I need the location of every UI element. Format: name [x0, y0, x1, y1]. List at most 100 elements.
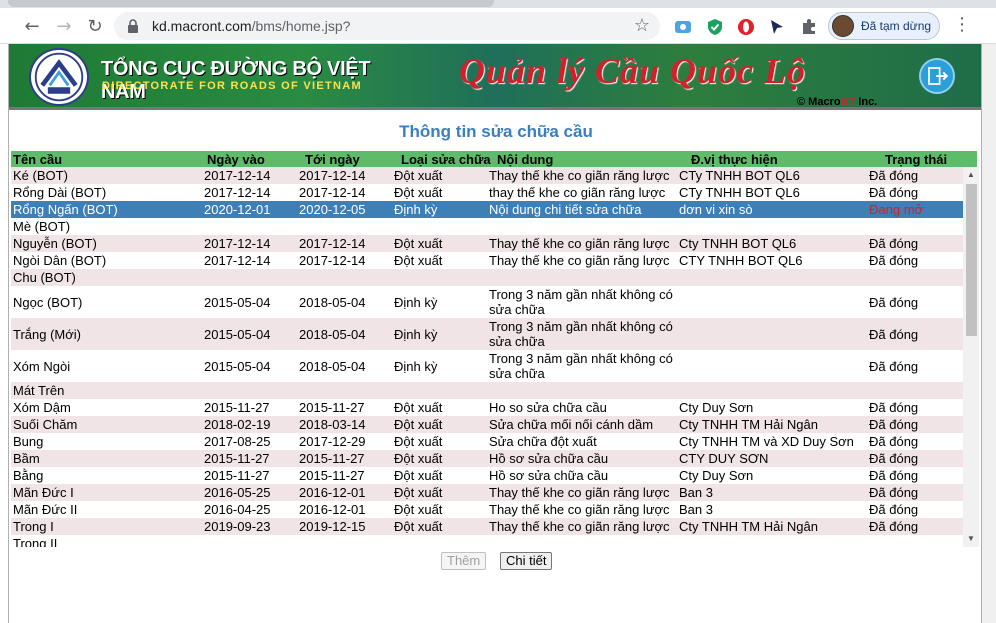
organization-name: TỔNG CỤC ĐƯỜNG BỘ VIỆT NAM DIRECTORATE F…: [101, 58, 411, 103]
cell-contractor: Cty Duy Sơn: [679, 400, 754, 415]
cell-status: Đã đóng: [869, 185, 919, 200]
scroll-down-icon[interactable]: ▼: [963, 531, 979, 547]
extensions-puzzle-icon[interactable]: [800, 18, 818, 36]
cell-end-date: 2015-11-27: [299, 468, 365, 483]
table-scrollbar[interactable]: ▲ ▼: [963, 167, 979, 547]
forward-icon[interactable]: →: [52, 14, 76, 38]
table-row[interactable]: Trong I 2019-09-23 2019-12-15 Đột xuất Thay …: [11, 518, 963, 535]
table-row[interactable]: Mãn Đức II 2016-04-25 2016-12-01 Đột xuất Th…: [11, 501, 963, 518]
cell-end-date: 2017-12-14: [299, 185, 366, 200]
cell-repair-type: Đột xuất: [394, 519, 443, 534]
browser-menu-icon[interactable]: ⋮: [950, 14, 974, 38]
lock-icon[interactable]: [126, 18, 140, 34]
table-row[interactable]: Bung 2017-08-25 2017-12-29 Đột xuất Sửa chữa…: [11, 433, 963, 450]
table-row[interactable]: Bằng 2015-11-27 2015-11-27 Đột xuất Hồ sơ sử…: [11, 467, 963, 484]
cursor-extension-icon[interactable]: [768, 18, 786, 36]
repair-table-body[interactable]: Ké (BOT) 2017-12-14 2017-12-14 Đột xuất Thay…: [11, 167, 963, 547]
cell-status: Đã đóng: [869, 236, 919, 251]
col-header-bridge[interactable]: Tên cầu: [13, 152, 62, 167]
cell-status: Đã đóng: [869, 359, 919, 374]
cell-status: Đã đóng: [869, 451, 919, 466]
table-row[interactable]: Ngòi Dân (BOT) 2017-12-14 2017-12-14 Đột xu…: [11, 252, 963, 269]
reload-icon[interactable]: ↻: [83, 14, 107, 38]
cell-start-date: 2015-05-04: [204, 359, 271, 374]
cell-contractor: Cty TNHH TM Hải Ngân: [679, 519, 818, 534]
cell-end-date: 2019-12-15: [299, 519, 366, 534]
cell-status: Đã đóng: [869, 400, 919, 415]
table-row[interactable]: Mè (BOT): [11, 218, 963, 235]
cell-bridge-name: Bung: [13, 434, 44, 449]
cell-status: Đã đóng: [869, 519, 919, 534]
cell-start-date: 2017-12-14: [204, 168, 271, 183]
address-bar[interactable]: kd.macront.com/bms/home.jsp? ☆: [114, 12, 660, 40]
shield-check-icon[interactable]: [706, 18, 724, 36]
table-row[interactable]: Rổng Ngấn (BOT) 2020-12-01 2020-12-05 Định …: [11, 201, 963, 218]
cell-contractor: Cty Duy Sơn: [679, 468, 754, 483]
table-row[interactable]: Bầm 2015-11-27 2015-11-27 Đột xuất Hồ sơ sửa…: [11, 450, 963, 467]
table-row[interactable]: Rổng Dài (BOT) 2017-12-14 2017-12-14 Đột xu…: [11, 184, 963, 201]
browser-tab-edge[interactable]: [8, 0, 494, 7]
cell-end-date: 2017-12-29: [299, 434, 366, 449]
cloud-extension-icon[interactable]: [674, 18, 692, 36]
logout-icon[interactable]: [919, 58, 955, 94]
table-row[interactable]: Chu (BOT): [11, 269, 963, 286]
cell-content: Trong 3 năm gần nhất không có sửa chữa: [489, 319, 673, 349]
scroll-thumb[interactable]: [966, 184, 977, 336]
table-row[interactable]: Ngọc (BOT) 2015-05-04 2018-05-04 Định kỳ Tro…: [11, 286, 963, 318]
cell-bridge-name: Mát Trên: [13, 383, 65, 398]
scroll-up-icon[interactable]: ▲: [963, 167, 979, 183]
add-button[interactable]: Thêm: [441, 552, 487, 570]
cell-bridge-name: Chu (BOT): [13, 270, 76, 285]
col-header-start-date[interactable]: Ngày vào: [207, 152, 265, 167]
cell-status: Đã đóng: [869, 168, 919, 183]
url-text[interactable]: kd.macront.com/bms/home.jsp?: [152, 18, 350, 34]
col-header-repair-type[interactable]: Loại sửa chữa: [401, 152, 491, 167]
cell-repair-type: Đột xuất: [394, 417, 443, 432]
table-row[interactable]: Suối Chăm 2018-02-19 2018-03-14 Đột xuất Sửa…: [11, 416, 963, 433]
cell-contractor: Cty TNHH BOT QL6: [679, 236, 797, 251]
opera-extension-icon[interactable]: [737, 18, 755, 36]
cell-end-date: 2017-12-14: [299, 253, 366, 268]
table-row[interactable]: Xóm Dậm 2015-11-27 2015-11-27 Đột xuất Ho so…: [11, 399, 963, 416]
cell-contractor: dơn vi xin sò: [679, 202, 753, 217]
table-row[interactable]: Xóm Ngòi 2015-05-04 2018-05-04 Định kỳ Trong…: [11, 350, 963, 382]
table-row[interactable]: Ké (BOT) 2017-12-14 2017-12-14 Đột xuất Thay…: [11, 167, 963, 184]
table-row[interactable]: Trong II: [11, 535, 963, 547]
cell-repair-type: Đột xuất: [394, 236, 443, 251]
cell-start-date: 2016-04-25: [204, 502, 271, 517]
col-header-content[interactable]: Nội dung: [497, 152, 553, 167]
cell-end-date: 2017-12-14: [299, 236, 366, 251]
cell-start-date: 2018-02-19: [204, 417, 271, 432]
cell-content: Thay thế khe co giãn răng lược: [489, 236, 670, 251]
cell-bridge-name: Ngọc (BOT): [13, 295, 83, 310]
col-header-contractor[interactable]: Đ.vị thực hiện: [691, 152, 778, 167]
cell-bridge-name: Ngòi Dân (BOT): [13, 253, 107, 268]
cell-contractor: Cty TNHH TM Hải Ngân: [679, 417, 818, 432]
cell-repair-type: Đột xuất: [394, 451, 443, 466]
section-title: Thông tin sửa chữa cầu: [399, 122, 593, 141]
bookmark-star-icon[interactable]: ☆: [634, 15, 650, 36]
cell-bridge-name: Mãn Đức II: [13, 502, 78, 517]
cell-repair-type: Đột xuất: [394, 502, 443, 517]
table-header: Tên cầu Ngày vào Tới ngày Loại sửa chữa …: [11, 151, 977, 167]
cell-bridge-name: Trắng (Mới): [13, 327, 81, 342]
copyright-prefix: © Macro: [797, 96, 841, 108]
cell-content: Trong 3 năm gần nhất không có sửa chữa: [489, 287, 673, 317]
cell-start-date: 2017-12-14: [204, 236, 271, 251]
cell-end-date: 2015-11-27: [299, 451, 365, 466]
detail-button[interactable]: Chi tiết: [500, 552, 553, 570]
url-domain: kd.macront.com: [152, 18, 252, 34]
cell-status: Đã đóng: [869, 502, 919, 517]
drvn-logo-icon: [29, 48, 89, 106]
cell-content: Thay thế khe co giãn răng lược: [489, 253, 670, 268]
table-row[interactable]: Mát Trên: [11, 382, 963, 399]
profile-button[interactable]: Đã tạm dừng: [828, 12, 940, 40]
table-row[interactable]: Trắng (Mới) 2015-05-04 2018-05-04 Định kỳ Tr…: [11, 318, 963, 350]
back-icon[interactable]: ←: [20, 14, 44, 38]
table-row[interactable]: Nguyễn (BOT) 2017-12-14 2017-12-14 Đột xuất…: [11, 235, 963, 252]
cell-contractor: CTY TNHH BOT QL6: [679, 253, 803, 268]
table-row[interactable]: Mãn Đức I 2016-05-25 2016-12-01 Đột xuất Tha…: [11, 484, 963, 501]
cell-content: Hồ sơ sửa chữa cầu: [489, 451, 609, 466]
col-header-status[interactable]: Trạng thái: [885, 152, 947, 167]
col-header-end-date[interactable]: Tới ngày: [305, 152, 360, 167]
